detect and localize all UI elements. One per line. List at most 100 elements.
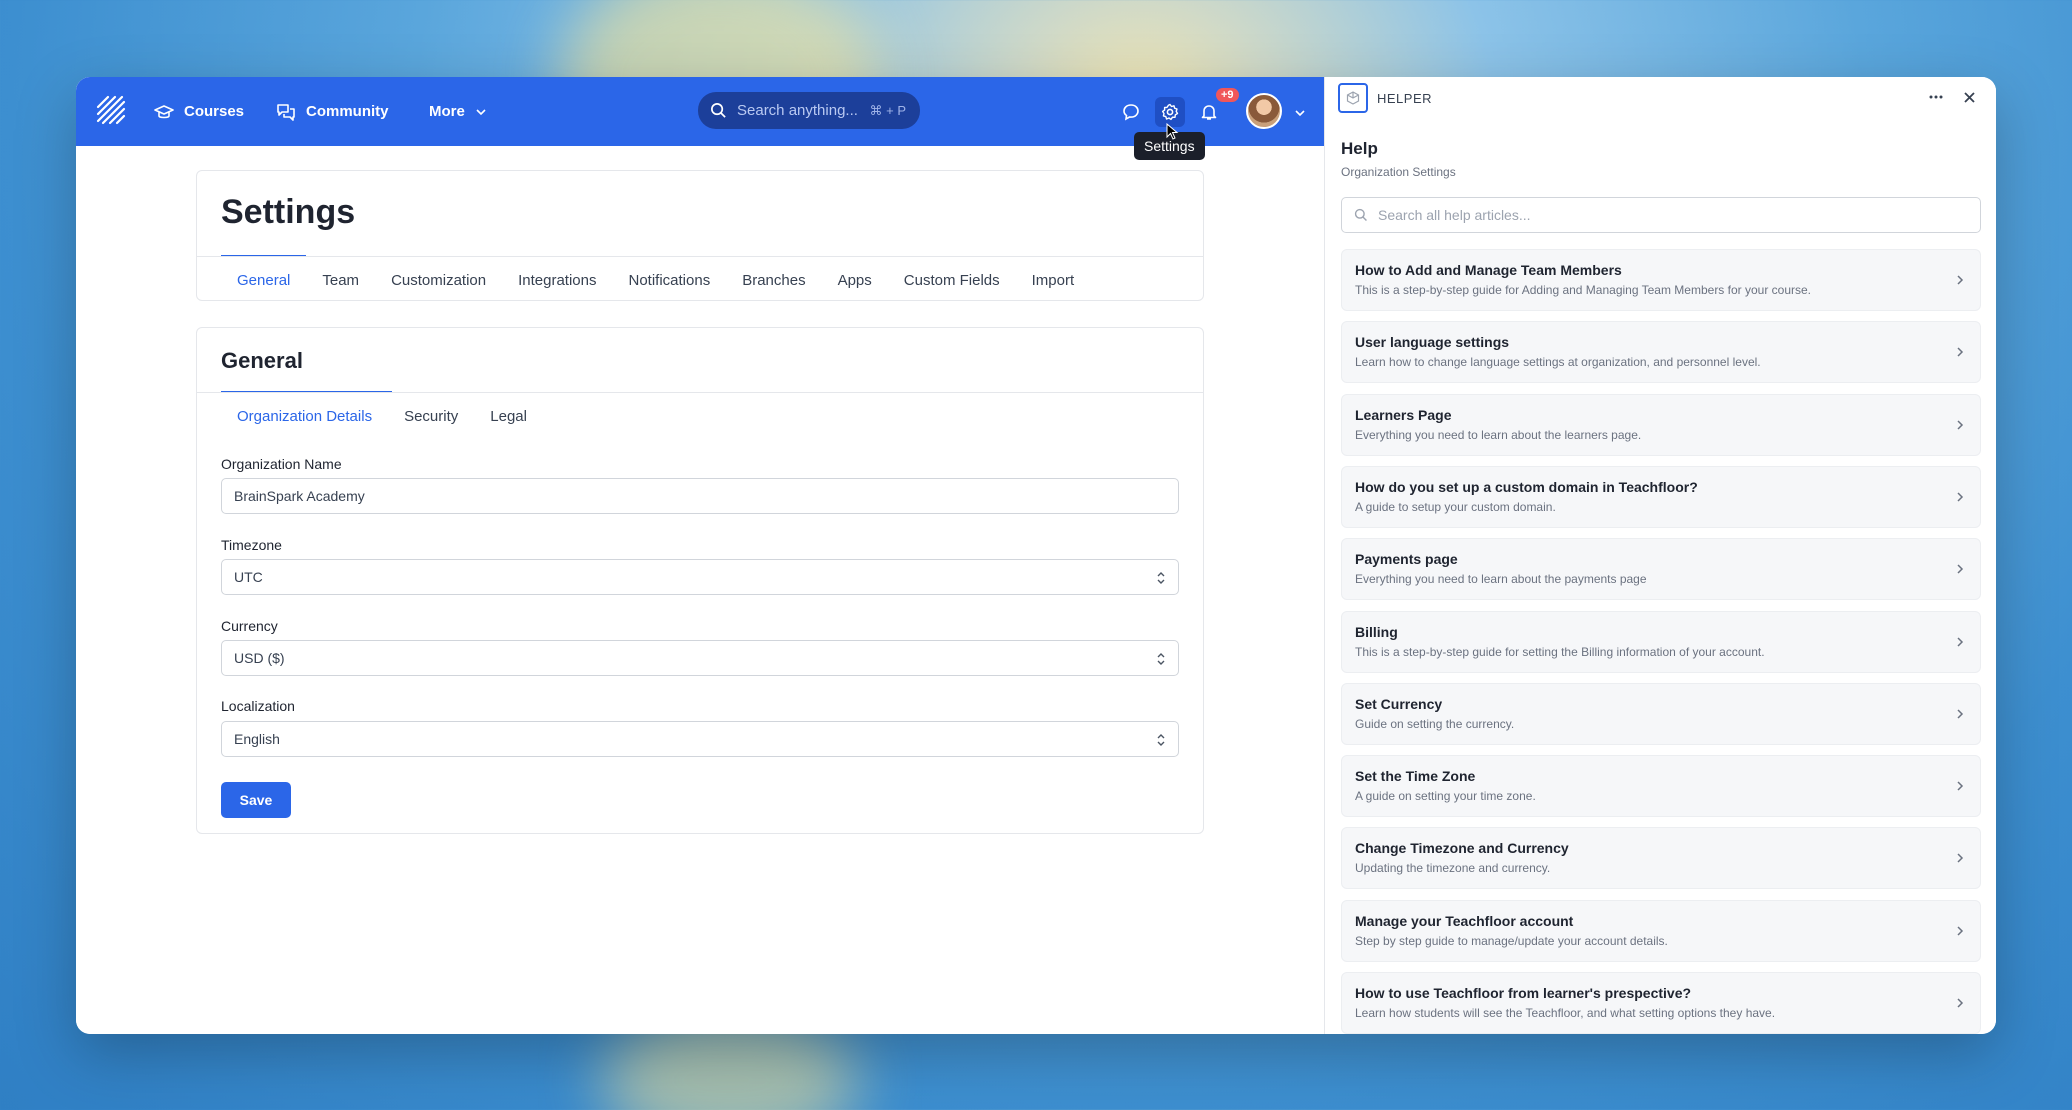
user-avatar[interactable] — [1246, 93, 1282, 129]
help-article-description: This is a step-by-step guide for Adding … — [1355, 283, 1812, 297]
chevron-right-icon — [1957, 781, 1964, 791]
help-article-title: Set Currency — [1355, 696, 1443, 712]
help-article-item[interactable]: How do you set up a custom domain in Tea… — [1341, 466, 1981, 528]
nav-community-label: Community — [306, 103, 389, 120]
help-article-title: Learners Page — [1355, 407, 1452, 423]
nav-courses[interactable]: Courses — [154, 77, 244, 146]
help-article-item[interactable]: Set Currency Guide on setting the currenc… — [1341, 683, 1981, 745]
tab-apps[interactable]: Apps — [822, 257, 888, 303]
help-article-item[interactable]: Manage your Teachfloor account Step by st… — [1341, 900, 1981, 962]
chat-bubbles-icon — [277, 103, 295, 121]
help-search-placeholder: Search all help articles... — [1378, 207, 1531, 223]
notification-count-badge: +9 — [1216, 88, 1239, 102]
help-article-title: How do you set up a custom domain in Tea… — [1355, 479, 1698, 495]
help-article-item[interactable]: User language settings Learn how to chang… — [1341, 321, 1981, 383]
general-card: General Organization Details Security Le… — [196, 327, 1204, 834]
page-title: Settings — [221, 193, 356, 231]
help-article-description: Everything you need to learn about the l… — [1355, 428, 1642, 442]
mouse-cursor-icon — [1166, 123, 1179, 140]
tab-customization[interactable]: Customization — [375, 257, 502, 303]
help-article-description: Updating the timezone and currency. — [1355, 861, 1551, 875]
select-caret-icon — [1157, 653, 1165, 665]
bell-icon — [1201, 105, 1217, 120]
search-icon — [1354, 208, 1367, 221]
tab-integrations[interactable]: Integrations — [502, 257, 612, 303]
close-icon[interactable] — [1963, 91, 1976, 104]
search-shortcut: ⌘ + P — [869, 102, 907, 118]
helper-logo-icon — [1338, 83, 1368, 113]
tab-import[interactable]: Import — [1016, 257, 1091, 303]
messages-button[interactable] — [1116, 97, 1146, 127]
search-placeholder: Search anything... — [737, 102, 858, 119]
global-search-input[interactable]: Search anything... ⌘ + P — [698, 92, 920, 129]
help-article-item[interactable]: How to use Teachfloor from learner's pre… — [1341, 972, 1981, 1034]
subtab-organization-details[interactable]: Organization Details — [221, 393, 388, 439]
help-article-item[interactable]: Billing This is a step-by-step guide for … — [1341, 611, 1981, 673]
search-icon — [711, 103, 726, 118]
subtab-legal[interactable]: Legal — [474, 393, 543, 439]
help-article-item[interactable]: Change Timezone and Currency Updating the… — [1341, 827, 1981, 889]
org-name-value: BrainSpark Academy — [234, 488, 365, 504]
nav-more-label: More — [429, 103, 465, 120]
account-chevron-down-icon[interactable] — [1294, 107, 1306, 119]
help-article-description: Guide on setting the currency. — [1355, 717, 1515, 731]
help-article-title: Change Timezone and Currency — [1355, 840, 1569, 856]
org-name-label: Organization Name — [221, 456, 342, 472]
timezone-label: Timezone — [221, 537, 282, 553]
subtab-security[interactable]: Security — [388, 393, 474, 439]
chevron-down-icon — [476, 108, 486, 115]
select-caret-icon — [1157, 572, 1165, 584]
help-article-description: Learn how students will see the Teachflo… — [1355, 1006, 1776, 1020]
chevron-right-icon — [1957, 347, 1964, 357]
gear-icon — [1161, 103, 1179, 121]
help-article-title: Set the Time Zone — [1355, 768, 1476, 784]
tab-custom-fields[interactable]: Custom Fields — [888, 257, 1016, 303]
settings-header-card: Settings General Team Customization Inte… — [196, 170, 1204, 301]
app-window: Courses Community More Search anything..… — [76, 77, 1996, 1034]
help-title: Help — [1341, 139, 1378, 158]
timezone-value: UTC — [234, 569, 263, 585]
more-options-icon[interactable] — [1929, 94, 1943, 100]
chevron-right-icon — [1957, 853, 1964, 863]
help-article-title: How to use Teachfloor from learner's pre… — [1355, 985, 1692, 1001]
save-button[interactable]: Save — [221, 782, 291, 818]
chevron-right-icon — [1957, 420, 1964, 430]
chevron-right-icon — [1957, 564, 1964, 574]
help-search-input[interactable]: Search all help articles... — [1341, 197, 1981, 233]
general-subtabs: Organization Details Security Legal — [221, 393, 543, 439]
org-name-input[interactable]: BrainSpark Academy — [221, 478, 1179, 514]
tab-general[interactable]: General — [221, 257, 306, 303]
localization-select[interactable]: English — [221, 721, 1179, 757]
nav-more[interactable]: More — [429, 77, 487, 146]
help-article-title: Manage your Teachfloor account — [1355, 913, 1574, 929]
currency-label: Currency — [221, 618, 278, 634]
currency-select[interactable]: USD ($) — [221, 640, 1179, 676]
helper-panel: HELPER Help Organization Settings Search… — [1324, 77, 1996, 1034]
graduation-cap-icon — [154, 104, 174, 118]
help-article-item[interactable]: Learners Page Everything you need to lear… — [1341, 394, 1981, 456]
tab-notifications[interactable]: Notifications — [613, 257, 727, 303]
help-article-description: A guide on setting your time zone. — [1355, 789, 1536, 803]
tab-team[interactable]: Team — [306, 257, 375, 303]
message-icon — [1123, 104, 1139, 121]
settings-tabs: General Team Customization Integrations … — [221, 257, 1090, 303]
chevron-right-icon — [1957, 492, 1964, 502]
chevron-right-icon — [1957, 275, 1964, 285]
help-article-item[interactable]: Set the Time Zone A guide on setting your… — [1341, 755, 1981, 817]
chevron-right-icon — [1957, 637, 1964, 647]
tab-branches[interactable]: Branches — [726, 257, 821, 303]
nav-courses-label: Courses — [184, 103, 245, 120]
help-article-item[interactable]: Payments page Everything you need to lear… — [1341, 538, 1981, 600]
chevron-right-icon — [1957, 709, 1964, 719]
help-article-title: Billing — [1355, 624, 1398, 640]
help-article-description: This is a step-by-step guide for setting… — [1355, 645, 1765, 659]
help-article-item[interactable]: How to Add and Manage Team Members This i… — [1341, 249, 1981, 311]
helper-header: HELPER — [1325, 77, 1996, 121]
help-article-description: A guide to setup your custom domain. — [1355, 500, 1556, 514]
timezone-select[interactable]: UTC — [221, 559, 1179, 595]
nav-community[interactable]: Community — [276, 77, 389, 146]
brand-logo-icon[interactable] — [96, 95, 126, 125]
main-app: Courses Community More Search anything..… — [76, 77, 1324, 1034]
help-article-title: Payments page — [1355, 551, 1458, 567]
chevron-right-icon — [1957, 998, 1964, 1008]
